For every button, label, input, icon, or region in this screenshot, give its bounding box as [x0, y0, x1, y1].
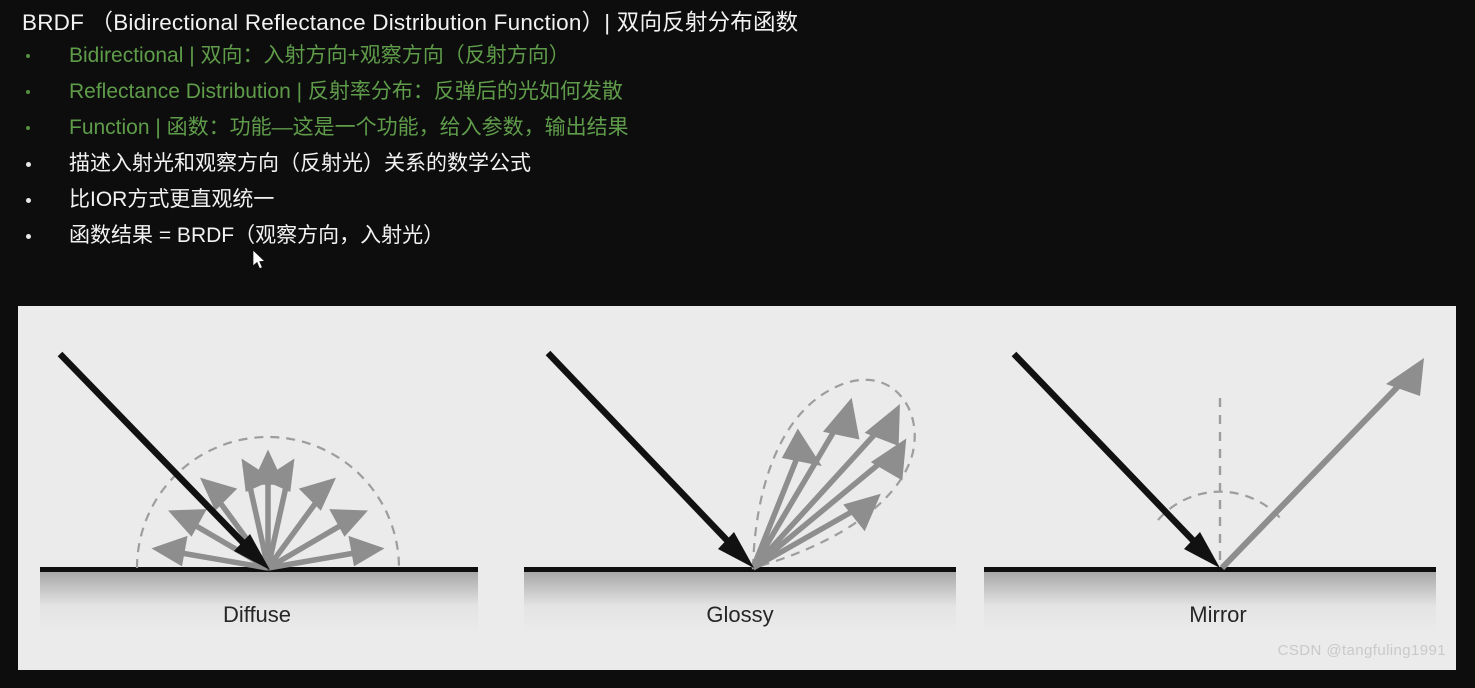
list-item: 描述入射光和观察方向（反射光）关系的数学公式 — [0, 146, 1475, 182]
list-item: 比IOR方式更直观统一 — [0, 182, 1475, 218]
brdf-figure-panel: Diffuse Glossy Mirror CSDN @tangfuling19… — [18, 306, 1456, 670]
figure-mirror: Mirror — [980, 306, 1456, 670]
figure-caption: Mirror — [1189, 602, 1247, 627]
surface-line — [984, 567, 1436, 572]
diffuse-reflection-rays — [151, 449, 385, 571]
figure-caption: Diffuse — [222, 602, 292, 627]
bullet-dot-icon — [26, 54, 30, 58]
list-item-label: 描述入射光和观察方向（反射光）关系的数学公式 — [69, 152, 531, 175]
slide-text-block: BRDF （Bidirectional Reflectance Distribu… — [0, 0, 1475, 300]
reflected-ray — [1219, 358, 1424, 571]
surface-line — [524, 567, 956, 572]
bullet-dot-icon — [26, 126, 30, 130]
list-item: 函数结果 = BRDF（观察方向，入射光） — [0, 218, 1475, 254]
list-item-label: Bidirectional | 双向：入射方向+观察方向（反射方向） — [69, 44, 570, 67]
bullet-dot-icon — [26, 198, 31, 203]
figure-glossy: Glossy — [520, 306, 960, 670]
bullet-dot-icon — [26, 234, 31, 239]
bullet-list: Bidirectional | 双向：入射方向+观察方向（反射方向） Refle… — [0, 38, 1475, 254]
incident-ray — [545, 350, 754, 568]
list-item: Reflectance Distribution | 反射率分布：反弹后的光如何… — [0, 74, 1475, 110]
page-title: BRDF （Bidirectional Reflectance Distribu… — [22, 10, 799, 35]
list-item: Bidirectional | 双向：入射方向+观察方向（反射方向） — [0, 38, 1475, 74]
list-item-label: Function | 函数：功能—这是一个功能，给入参数，输出结果 — [69, 116, 629, 139]
incident-ray — [57, 351, 270, 570]
figure-diffuse: Diffuse — [18, 306, 496, 670]
watermark-label: CSDN @tangfuling1991 — [1277, 642, 1446, 659]
figure-caption: Glossy — [706, 602, 774, 627]
glossy-reflection-rays — [750, 397, 907, 571]
incident-ray — [1011, 351, 1220, 568]
bullet-dot-icon — [26, 90, 30, 94]
list-item-label: 函数结果 = BRDF（观察方向，入射光） — [69, 224, 445, 247]
list-item: Function | 函数：功能—这是一个功能，给入参数，输出结果 — [0, 110, 1475, 146]
list-item-label: 比IOR方式更直观统一 — [69, 188, 275, 211]
bullet-dot-icon — [26, 162, 31, 167]
list-item-label: Reflectance Distribution | 反射率分布：反弹后的光如何… — [69, 80, 623, 103]
